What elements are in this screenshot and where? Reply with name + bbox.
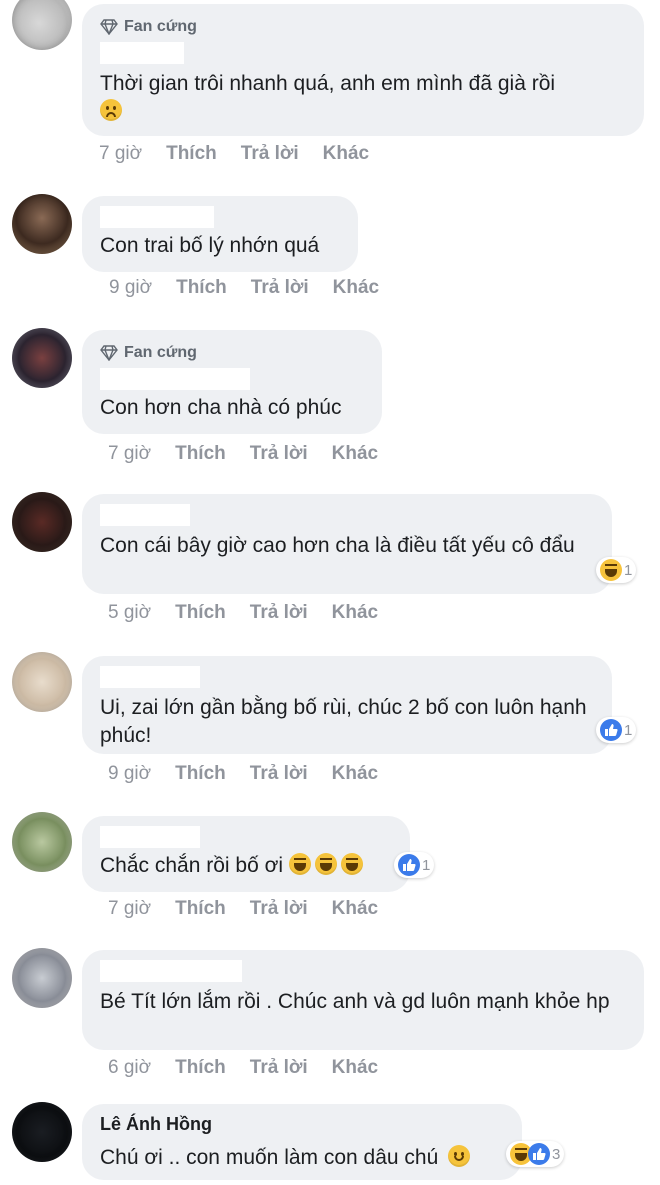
like-link[interactable]: Thích [166, 143, 217, 165]
comment-actions: 7 giờ Thích Trả lời Khác [99, 143, 369, 165]
avatar[interactable] [12, 0, 72, 50]
comment-text: Ui, zai lớn gần bằng bố rùi, chúc 2 bố c… [100, 696, 587, 747]
comment-time[interactable]: 7 giờ [99, 143, 142, 165]
avatar[interactable] [12, 652, 72, 712]
reply-link[interactable]: Trả lời [250, 1057, 308, 1079]
like-reaction-icon [398, 854, 420, 876]
reaction-count: 1 [624, 721, 633, 739]
more-link[interactable]: Khác [332, 898, 378, 920]
haha-reaction-icon [600, 559, 622, 581]
like-link[interactable]: Thích [175, 1057, 226, 1079]
comment-time[interactable]: 5 giờ [108, 602, 151, 624]
comment-text: Chắc chắn rồi bố ơi [100, 852, 394, 880]
author-name[interactable] [100, 826, 200, 848]
comment-bubble: Fan cứng Con hơn cha nhà có phúc [82, 330, 382, 434]
reply-link[interactable]: Trả lời [250, 443, 308, 465]
laughing-emoji-icon [288, 853, 311, 875]
comment-text: Con hơn cha nhà có phúc [100, 396, 342, 419]
more-link[interactable]: Khác [332, 602, 378, 624]
comment-time[interactable]: 7 giờ [108, 898, 151, 920]
sad-emoji-icon [100, 99, 122, 121]
reply-link[interactable]: Trả lời [250, 602, 308, 624]
comment-bubble: Lê Ánh Hồng Chú ơi .. con muốn làm con d… [82, 1104, 522, 1180]
like-link[interactable]: Thích [175, 443, 226, 465]
reaction-count: 3 [552, 1145, 561, 1163]
like-link[interactable]: Thích [175, 763, 226, 785]
reply-link[interactable]: Trả lời [250, 898, 308, 920]
comment-text: Chú ơi .. con muốn làm con dâu chú [100, 1144, 506, 1172]
more-link[interactable]: Khác [323, 143, 369, 165]
avatar[interactable] [12, 812, 72, 872]
more-link[interactable]: Khác [332, 443, 378, 465]
like-link[interactable]: Thích [175, 602, 226, 624]
comment-text: Thời gian trôi nhanh quá, anh em mình đã… [100, 70, 628, 126]
comment-actions: 7 giờ Thích Trả lời Khác [108, 898, 378, 920]
reaction-badge[interactable]: 1 [596, 717, 637, 743]
diamond-icon [100, 345, 118, 361]
fan-badge: Fan cứng [100, 16, 628, 38]
author-name[interactable] [100, 206, 214, 228]
reaction-count: 1 [422, 856, 431, 874]
avatar[interactable] [12, 492, 72, 552]
comment-actions: 9 giờ Thích Trả lời Khác [108, 763, 378, 785]
comment-bubble: Fan cứng Thời gian trôi nhanh quá, anh e… [82, 4, 644, 136]
reaction-badge[interactable]: 1 [596, 557, 637, 583]
like-reaction-icon [600, 719, 622, 741]
author-name[interactable] [100, 504, 190, 526]
comment-actions: 6 giờ Thích Trả lời Khác [108, 1057, 378, 1079]
badge-label: Fan cứng [124, 344, 197, 361]
reply-link[interactable]: Trả lời [251, 277, 309, 299]
fan-badge: Fan cứng [100, 342, 366, 364]
comment-actions: 5 giờ Thích Trả lời Khác [108, 602, 378, 624]
smile-emoji-icon [448, 1145, 471, 1167]
like-reaction-icon [528, 1143, 550, 1165]
reaction-badge[interactable]: 3 [506, 1141, 565, 1167]
author-name[interactable] [100, 960, 242, 982]
avatar[interactable] [12, 194, 72, 254]
comment-bubble: Con trai bố lý nhớn quá [82, 196, 358, 272]
more-link[interactable]: Khác [332, 763, 378, 785]
comment-bubble: Chắc chắn rồi bố ơi [82, 816, 410, 892]
like-link[interactable]: Thích [176, 277, 227, 299]
like-link[interactable]: Thích [175, 898, 226, 920]
laughing-emoji-icon [314, 853, 337, 875]
comment-bubble: Ui, zai lớn gần bằng bố rùi, chúc 2 bố c… [82, 656, 612, 754]
more-link[interactable]: Khác [332, 1057, 378, 1079]
author-name[interactable]: Lê Ánh Hồng [100, 1114, 506, 1138]
avatar[interactable] [12, 948, 72, 1008]
comment-time[interactable]: 9 giờ [108, 763, 151, 785]
more-link[interactable]: Khác [333, 277, 379, 299]
comment-time[interactable]: 7 giờ [108, 443, 151, 465]
author-name[interactable] [100, 368, 250, 390]
author-name[interactable] [100, 666, 200, 688]
avatar[interactable] [12, 1102, 72, 1162]
diamond-icon [100, 19, 118, 35]
comment-actions: 7 giờ Thích Trả lời Khác [108, 443, 378, 465]
reply-link[interactable]: Trả lời [250, 763, 308, 785]
comment-text: Con cái bây giờ cao hơn cha là điều tất … [100, 534, 575, 557]
reaction-count: 1 [624, 561, 633, 579]
comment-text: Bé Tít lớn lắm rồi . Chúc anh và gd luôn… [100, 990, 610, 1013]
reaction-badge[interactable]: 1 [394, 852, 435, 878]
avatar[interactable] [12, 328, 72, 388]
comment-text: Con trai bố lý nhớn quá [100, 234, 320, 257]
author-name[interactable] [100, 42, 184, 64]
badge-label: Fan cứng [124, 18, 197, 35]
comment-bubble: Con cái bây giờ cao hơn cha là điều tất … [82, 494, 612, 594]
laughing-emoji-icon [340, 853, 363, 875]
reply-link[interactable]: Trả lời [241, 143, 299, 165]
comment-bubble: Bé Tít lớn lắm rồi . Chúc anh và gd luôn… [82, 950, 644, 1050]
comment-time[interactable]: 6 giờ [108, 1057, 151, 1079]
comment-time[interactable]: 9 giờ [109, 277, 152, 299]
comment-actions: 9 giờ Thích Trả lời Khác [109, 277, 379, 299]
